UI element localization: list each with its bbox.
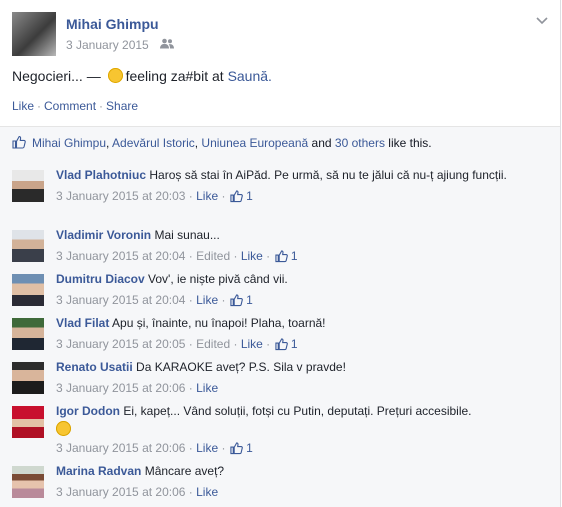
- thumbs-up-icon: [230, 190, 243, 203]
- commenter-name[interactable]: Igor Dodon: [56, 404, 120, 418]
- like-count[interactable]: 1: [291, 249, 298, 263]
- thumbs-up-icon: [274, 338, 288, 351]
- liker-link[interactable]: Mihai Ghimpu: [32, 136, 106, 150]
- comment-meta: 3 January 2015 at 20:04 · Like · 1: [56, 293, 253, 307]
- place-link[interactable]: Saună.: [228, 68, 272, 84]
- commenter-name[interactable]: Dumitru Diacov: [56, 272, 145, 286]
- post-card: Mihai Ghimpu 3 January 2015 Negocieri...…: [0, 0, 561, 507]
- and-text: and: [311, 136, 332, 150]
- edited-label[interactable]: Edited: [196, 249, 230, 263]
- comment-text: Vov', ie niște pivă când vii.: [148, 272, 288, 286]
- commenter-avatar[interactable]: [12, 466, 44, 498]
- likes-summary: Mihai Ghimpu, Adevărul Istoric, Uniunea …: [0, 126, 560, 158]
- comment-like-button[interactable]: Like: [196, 293, 218, 307]
- commenter-name[interactable]: Marina Radvan: [56, 464, 141, 478]
- comment-meta: 3 January 2015 at 20:06 · Like: [56, 485, 219, 499]
- thumbs-up-icon: [230, 442, 243, 455]
- commenter-name[interactable]: Vlad Filat: [56, 316, 109, 330]
- edited-label[interactable]: Edited: [196, 337, 230, 351]
- comment-text: Ei, kapeț... Vând soluții, fotși cu Puti…: [123, 404, 472, 418]
- commenter-avatar[interactable]: [12, 362, 44, 394]
- post-date[interactable]: 3 January 2015: [66, 38, 149, 52]
- like-count[interactable]: 1: [246, 293, 253, 307]
- comment-button[interactable]: Comment: [44, 99, 96, 113]
- like-count[interactable]: 1: [246, 441, 253, 455]
- status-prefix: Negocieri... —: [12, 68, 101, 84]
- comment-body: Igor Dodon Ei, kapeț... Vând soluții, fo…: [56, 403, 536, 456]
- comment-meta: 3 January 2015 at 20:06 · Like · 1: [56, 441, 253, 455]
- friends-icon[interactable]: [160, 38, 175, 52]
- commenter-name[interactable]: Vladimir Voronin: [56, 228, 151, 242]
- chevron-down-icon[interactable]: [536, 14, 548, 28]
- comment-time[interactable]: 3 January 2015 at 20:06: [56, 441, 185, 455]
- comment-text: Apu și, înainte, nu înapoi! Plaha, toarn…: [112, 316, 326, 330]
- comment-body: Renato Usatii Da KARAOKE aveț? P.S. Sila…: [56, 359, 536, 396]
- comment-time[interactable]: 3 January 2015 at 20:05: [56, 337, 185, 351]
- comment-body: Vlad Plahotniuc Haroș să stai în AiPăd. …: [56, 167, 536, 204]
- post-header: Mihai Ghimpu 3 January 2015: [12, 12, 552, 58]
- comment-body: Dumitru Diacov Vov', ie niște pivă când …: [56, 271, 536, 308]
- comment-meta: 3 January 2015 at 20:04 · Edited · Like …: [56, 249, 298, 263]
- comment-meta: 3 January 2015 at 20:06 · Like: [56, 381, 219, 395]
- comment-text: Mai sunau...: [154, 228, 220, 242]
- comment-like-button[interactable]: Like: [196, 485, 218, 499]
- post-meta: 3 January 2015: [66, 38, 175, 52]
- thumbs-up-icon: [12, 135, 26, 149]
- separator-dot: ·: [37, 99, 42, 113]
- separator-dot: ·: [99, 99, 104, 113]
- comment-time[interactable]: 3 January 2015 at 20:06: [56, 381, 185, 395]
- smiley-emoji-icon: [107, 68, 123, 83]
- comment-time[interactable]: 3 January 2015 at 20:04: [56, 293, 185, 307]
- others-link[interactable]: 30 others: [335, 136, 385, 150]
- like-button[interactable]: Like: [12, 99, 34, 113]
- comment-meta: 3 January 2015 at 20:05 · Edited · Like …: [56, 337, 298, 351]
- comment-like-button[interactable]: Like: [241, 249, 263, 263]
- feeling-text: feeling za#bit at: [125, 68, 224, 84]
- grimace-emoji-icon: [56, 421, 71, 436]
- comment-time[interactable]: 3 January 2015 at 20:06: [56, 485, 185, 499]
- status-text: Negocieri... — feeling za#bit at Saună.: [12, 68, 272, 84]
- author-avatar[interactable]: [12, 12, 56, 56]
- commenter-name[interactable]: Vlad Plahotniuc: [56, 168, 146, 182]
- commenter-avatar[interactable]: [12, 406, 44, 438]
- share-button[interactable]: Share: [106, 99, 138, 113]
- commenter-avatar[interactable]: [12, 170, 44, 202]
- comment-body: Vlad Filat Apu și, înainte, nu înapoi! P…: [56, 315, 536, 352]
- like-count[interactable]: 1: [246, 189, 253, 203]
- commenter-name[interactable]: Renato Usatii: [56, 360, 133, 374]
- comment-like-button[interactable]: Like: [241, 337, 263, 351]
- comment-body: Vladimir Voronin Mai sunau... 3 January …: [56, 227, 536, 264]
- comment-body: Marina Radvan Mâncare aveț? 3 January 20…: [56, 463, 536, 500]
- comment-like-button[interactable]: Like: [196, 381, 218, 395]
- comment-time[interactable]: 3 January 2015 at 20:04: [56, 249, 185, 263]
- like-count[interactable]: 1: [291, 337, 298, 351]
- thumbs-up-icon: [274, 250, 288, 263]
- commenter-avatar[interactable]: [12, 318, 44, 350]
- comment-text: Mâncare aveț?: [144, 464, 225, 478]
- comment-meta: 3 January 2015 at 20:03 · Like · 1: [56, 189, 253, 203]
- liker-link[interactable]: Adevărul Istoric: [112, 136, 195, 150]
- comments-list: Vlad Plahotniuc Haroș să stai în AiPăd. …: [0, 157, 560, 507]
- commenter-avatar[interactable]: [12, 274, 44, 306]
- likes-text: Mihai Ghimpu, Adevărul Istoric, Uniunea …: [32, 136, 432, 150]
- comment-time[interactable]: 3 January 2015 at 20:03: [56, 189, 185, 203]
- commenter-avatar[interactable]: [12, 230, 44, 262]
- like-this-text: like this.: [388, 136, 432, 150]
- comment-text: Da KARAOKE aveț? P.S. Sila v pravde!: [136, 360, 346, 374]
- author-name[interactable]: Mihai Ghimpu: [66, 16, 159, 32]
- comment-like-button[interactable]: Like: [196, 441, 218, 455]
- comment-like-button[interactable]: Like: [196, 189, 218, 203]
- post-actions: Like · Comment · Share: [12, 99, 138, 113]
- comment-text: Haroș să stai în AiPăd. Pe urmă, să nu t…: [149, 168, 507, 182]
- comment-emoji-row: [56, 421, 536, 437]
- liker-link[interactable]: Uniunea Europeană: [201, 136, 308, 150]
- thumbs-up-icon: [230, 294, 243, 307]
